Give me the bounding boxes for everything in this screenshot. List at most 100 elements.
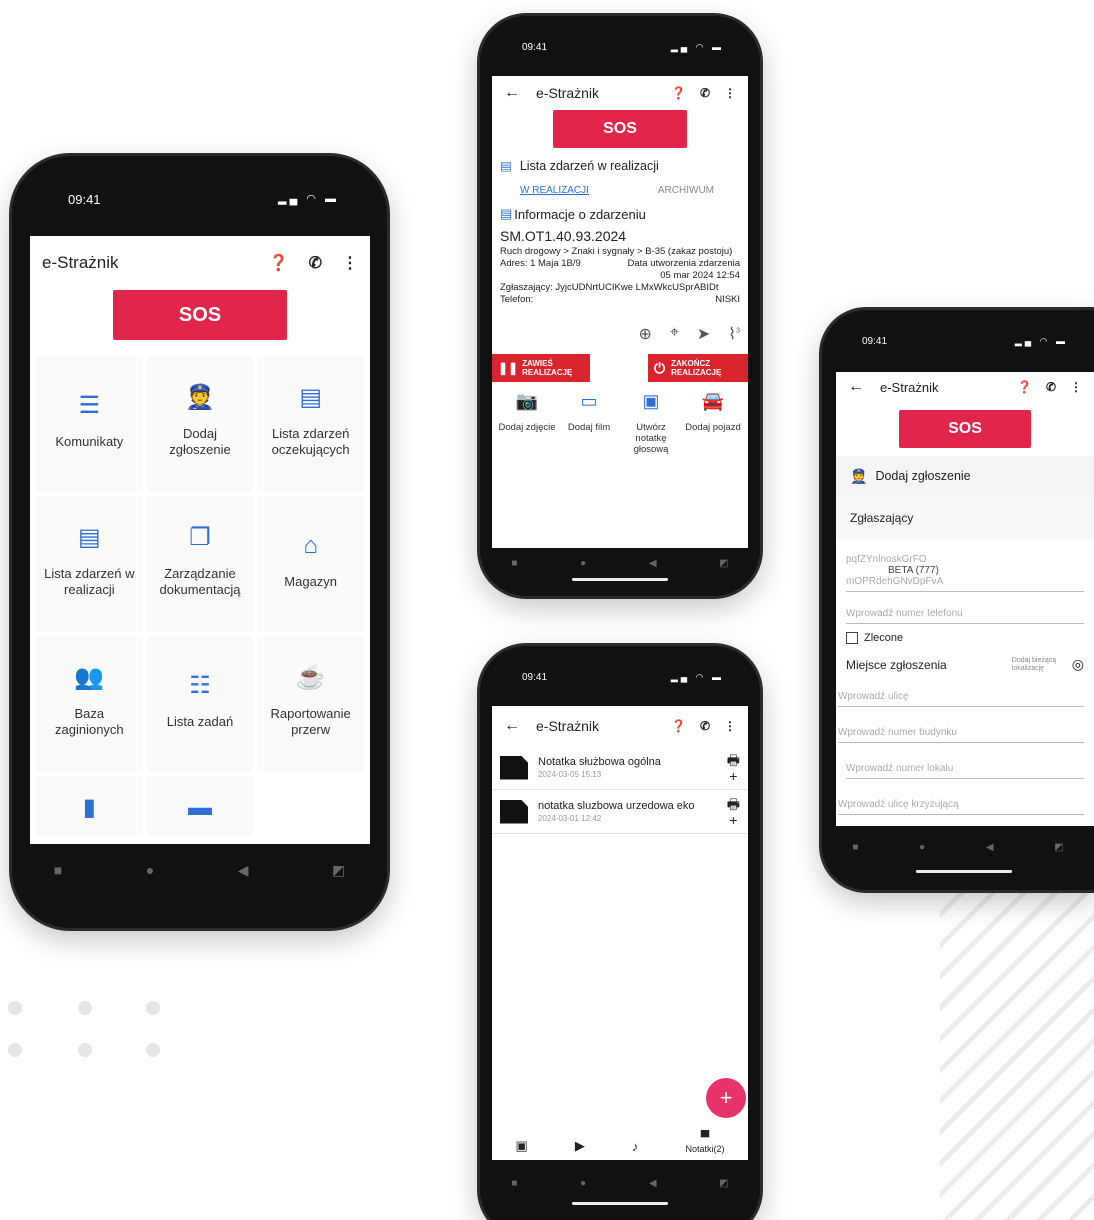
- action-add-video[interactable]: ▭ Dodaj film: [558, 391, 620, 455]
- tile-partial[interactable]: ▮: [36, 776, 143, 836]
- system-nav-bar: ■ ● ◀ ◩: [822, 838, 1094, 856]
- tile-lista-oczekujacych[interactable]: ▤ Lista zdarzeń oczekujących: [257, 356, 364, 492]
- rotate-icon[interactable]: ◩: [332, 862, 345, 879]
- home-circle-icon[interactable]: ●: [580, 558, 586, 569]
- sos-button[interactable]: SOS: [899, 410, 1031, 448]
- coffee-icon: ☕: [295, 664, 326, 691]
- music-icon[interactable]: ♪: [632, 1139, 639, 1154]
- tab-w-realizacji[interactable]: W REALIZACJI: [520, 185, 589, 196]
- finish-button[interactable]: ⏻ ZAKOŃCZ REALIZACJĘ: [648, 354, 748, 382]
- building-input[interactable]: Wprowadź numer budynku: [838, 723, 1084, 743]
- created-label: Data utworzenia zdarzenia: [627, 258, 740, 269]
- print-icon[interactable]: 🖶: [727, 752, 740, 768]
- tile-baza-zaginionych[interactable]: 👥 Baza zaginionych: [36, 636, 143, 772]
- note-file-icon: [500, 799, 528, 824]
- home-circle-icon[interactable]: ●: [919, 842, 925, 853]
- recent-apps-icon[interactable]: ■: [54, 862, 62, 878]
- back-triangle-icon[interactable]: ◀: [238, 862, 249, 879]
- rotate-icon[interactable]: ◩: [1054, 842, 1063, 853]
- recent-apps-icon[interactable]: ■: [511, 1178, 517, 1189]
- phone-icon[interactable]: ✆: [309, 253, 322, 273]
- video-icon: ▭: [580, 391, 598, 411]
- help-icon[interactable]: ❓: [671, 719, 686, 733]
- realization-screen: ← e-Strażnik ❓ ✆ ⋮ SOS ▤ Lista zdarzeń w…: [492, 76, 748, 548]
- more-icon[interactable]: ⋮: [724, 719, 736, 733]
- help-icon[interactable]: ❓: [1017, 380, 1032, 394]
- tile-magazyn[interactable]: ⌂ Magazyn: [257, 496, 364, 632]
- case-number: SM.OT1.40.93.2024: [500, 228, 627, 244]
- back-triangle-icon[interactable]: ◀: [986, 842, 994, 853]
- action-label: Utwórz notatkę głosową: [633, 422, 669, 455]
- home-indicator: [572, 578, 668, 581]
- action-add-vehicle[interactable]: 🚘 Dodaj pojazd: [682, 392, 744, 455]
- tile-lista-w-realizacji[interactable]: ▤ Lista zdarzeń w realizacji: [36, 496, 143, 632]
- system-nav-bar: ■ ● ◀ ◩: [480, 1174, 760, 1192]
- more-icon[interactable]: ⋮: [724, 86, 736, 100]
- help-icon[interactable]: ❓: [269, 253, 289, 273]
- tile-lista-zadan[interactable]: ☷ Lista zadań: [146, 636, 254, 772]
- play-icon[interactable]: ▶: [575, 1138, 585, 1154]
- phone-icon[interactable]: ✆: [700, 719, 710, 733]
- case-tools: ⊕ ⌖ ➤ ⌇3: [492, 306, 748, 354]
- navigate-icon[interactable]: ➤: [697, 324, 710, 344]
- action-add-photo[interactable]: 📷 Dodaj zdjęcie: [496, 392, 558, 455]
- tile-label: Raportowanie przerw: [270, 706, 351, 737]
- print-icon[interactable]: 🖶: [727, 796, 740, 812]
- tile-raportowanie-przerw[interactable]: ☕ Raportowanie przerw: [257, 636, 364, 772]
- tile-partial[interactable]: ▬: [146, 776, 254, 836]
- action-label: Dodaj pojazd: [685, 422, 741, 433]
- ordered-checkbox[interactable]: [846, 632, 858, 644]
- back-arrow-icon[interactable]: ←: [504, 717, 520, 735]
- rotate-icon[interactable]: ◩: [719, 1178, 728, 1189]
- rotate-icon[interactable]: ◩: [719, 558, 728, 569]
- voice-note-icon: ▣: [642, 391, 660, 411]
- street-input[interactable]: Wprowadź ulicę: [838, 687, 1084, 707]
- sos-button[interactable]: SOS: [113, 290, 287, 340]
- list-item[interactable]: Notatka służbowa ogólna 2024-03-05 15:13…: [492, 746, 748, 790]
- back-arrow-icon[interactable]: ←: [504, 84, 520, 102]
- add-icon[interactable]: +: [729, 812, 737, 828]
- back-triangle-icon[interactable]: ◀: [649, 558, 657, 569]
- phone-row: Telefon: NISKI: [492, 294, 748, 306]
- info-header: ▤ Informacje o zdarzeniu: [492, 196, 748, 226]
- list-item[interactable]: notatka sluzbowa urzedowa eko 2024-03-01…: [492, 790, 748, 834]
- location-target-icon[interactable]: ◎: [1072, 656, 1084, 673]
- recent-apps-icon[interactable]: ■: [511, 558, 517, 569]
- phone-home: 09:41 ▂▄ ◠ ▬ e-Strażnik ❓ ✆ ⋮ SOS ☰ Komun…: [12, 156, 387, 928]
- suspend-button[interactable]: ❚❚ ZAWIEŚ REALIZACJĘ: [492, 354, 590, 382]
- tile-dodaj-zgloszenie[interactable]: 👮 Dodaj zgłoszenie: [146, 356, 254, 492]
- phone-input[interactable]: Wprowadź numer telefonu: [846, 604, 1084, 624]
- tab-notatki[interactable]: ▀ Notatki(2): [685, 1130, 724, 1154]
- section-header: 👮 Dodaj zgłoszenie: [836, 456, 1094, 496]
- back-arrow-icon[interactable]: ←: [848, 378, 864, 396]
- globe-icon[interactable]: ⊕: [638, 324, 651, 344]
- tile-dokumentacja[interactable]: ❐ Zarządzanie dokumentacją: [146, 496, 254, 632]
- help-icon[interactable]: ❓: [671, 86, 686, 100]
- recent-apps-icon[interactable]: ■: [852, 842, 858, 853]
- image-icon[interactable]: ▣: [516, 1138, 528, 1154]
- sos-button[interactable]: SOS: [553, 110, 687, 148]
- more-icon[interactable]: ⋮: [1070, 380, 1082, 394]
- action-voice-note[interactable]: ▣ Utwórz notatkę głosową: [620, 391, 682, 455]
- tabs: W REALIZACJI ARCHIWUM: [492, 179, 748, 196]
- tab-archiwum[interactable]: ARCHIWUM: [658, 185, 714, 196]
- phone-icon[interactable]: ✆: [700, 86, 710, 100]
- status-icons: ▂▄ ◠ ▬: [670, 672, 724, 682]
- system-nav-bar: ■ ● ◀ ◩: [480, 554, 760, 572]
- attachment-icon[interactable]: ⌇3: [728, 324, 740, 344]
- add-note-fab[interactable]: +: [706, 1078, 746, 1118]
- more-icon[interactable]: ⋮: [342, 253, 358, 273]
- reporter-field[interactable]: pqfZYnlnoskGrFO BETA (777) mOPRdehGNvDpF…: [846, 550, 1084, 592]
- unit-input[interactable]: Wprowadź numer lokalu: [846, 759, 1084, 779]
- tile-label: Komunikaty: [55, 434, 124, 449]
- phone-icon[interactable]: ✆: [1046, 380, 1056, 394]
- tile-komunikaty[interactable]: ☰ Komunikaty: [36, 356, 143, 492]
- map-person-icon[interactable]: ⌖: [670, 324, 679, 344]
- home-circle-icon[interactable]: ●: [580, 1178, 586, 1189]
- home-circle-icon[interactable]: ●: [146, 862, 154, 878]
- back-triangle-icon[interactable]: ◀: [649, 1178, 657, 1189]
- note-text: notatka sluzbowa urzedowa eko 2024-03-01…: [538, 800, 727, 823]
- add-icon[interactable]: +: [729, 768, 737, 784]
- home-indicator: [572, 1202, 668, 1205]
- cross-street-input[interactable]: Wprowadź ulicę krzyżującą: [838, 795, 1084, 815]
